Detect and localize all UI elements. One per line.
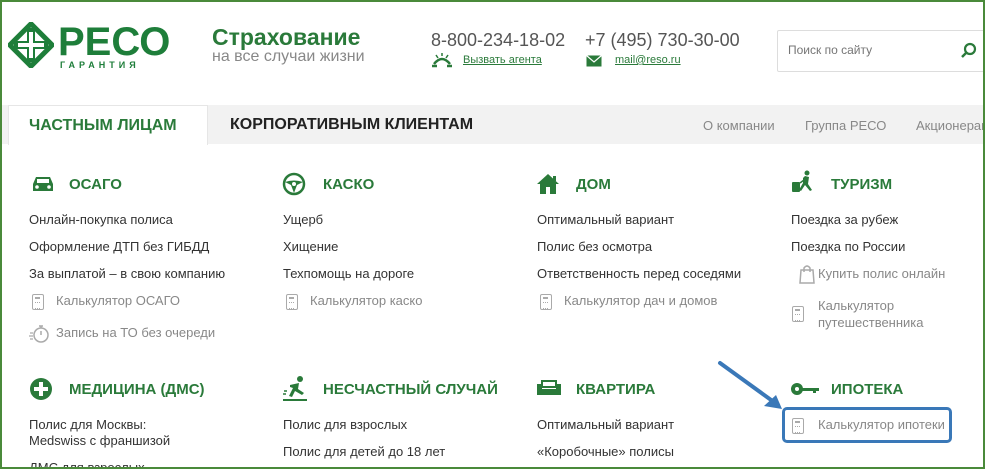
medicine-item-moscow-line1[interactable]: Полис для Москвы:: [29, 417, 146, 432]
stopwatch-icon: [29, 325, 49, 343]
logo-emblem-icon: [8, 22, 54, 68]
medicine-item-adults[interactable]: ДМС для взрослых: [29, 460, 145, 467]
medical-cross-icon: [30, 378, 52, 400]
tourism-item-abroad[interactable]: Поездка за рубеж: [791, 212, 898, 227]
osago-inspection-booking-link[interactable]: Запись на ТО без очереди: [56, 325, 215, 340]
mail-icon: [586, 55, 602, 67]
osago-item-online-purchase[interactable]: Онлайн-покупка полиса: [29, 212, 173, 227]
reso-logo[interactable]: РЕСО ГАРАНТИЯ: [8, 20, 178, 72]
category-accident-title[interactable]: НЕСЧАСТНЫЙ СЛУЧАЙ: [323, 381, 498, 398]
call-agent-link[interactable]: Вызвать агента: [463, 54, 542, 66]
category-tourism-title[interactable]: ТУРИЗМ: [831, 176, 892, 193]
house-item-liability-neighbors[interactable]: Ответственность перед соседями: [537, 266, 741, 281]
key-icon: [791, 383, 819, 395]
category-house-title[interactable]: ДОМ: [576, 176, 611, 193]
calculator-icon: [792, 306, 804, 322]
logo-subtext: ГАРАНТИЯ: [60, 60, 140, 70]
calculator-icon: [540, 294, 552, 310]
apartment-item-boxed-policies[interactable]: «Коробочные» полисы: [537, 444, 674, 459]
medicine-item-moscow-line2[interactable]: Medswiss с франшизой: [29, 433, 170, 448]
tagline-sub: на все случаи жизни: [212, 48, 365, 65]
tourism-calculator-link-line1[interactable]: Калькулятор: [818, 298, 894, 313]
osago-calculator-link[interactable]: Калькулятор ОСАГО: [56, 293, 180, 308]
accident-item-children[interactable]: Полис для детей до 18 лет: [283, 444, 445, 459]
kasko-item-theft[interactable]: Хищение: [283, 239, 338, 254]
tagline-main: Страхование: [212, 24, 361, 50]
osago-item-accident-without-police[interactable]: Оформление ДТП без ГИБДД: [29, 239, 209, 254]
car-icon: [33, 177, 53, 191]
call-agent-icon: [432, 53, 452, 68]
tab-corporate-clients[interactable]: КОРПОРАТИВНЫМ КЛИЕНТАМ: [230, 116, 473, 134]
search-input[interactable]: [788, 43, 958, 57]
sofa-icon: [537, 380, 561, 395]
phone-moscow[interactable]: +7 (495) 730-30-00: [585, 30, 740, 51]
kasko-item-roadside-assistance[interactable]: Техпомощь на дороге: [283, 266, 414, 281]
page-frame: РЕСО ГАРАНТИЯ Страхование на все случаи …: [0, 0, 985, 469]
nav-shareholders[interactable]: Акционерам: [916, 118, 983, 133]
osago-item-direct-claim[interactable]: За выплатой – в свою компанию: [29, 266, 225, 281]
apartment-item-optimal[interactable]: Оптимальный вариант: [537, 417, 674, 432]
search-box[interactable]: [777, 30, 983, 72]
tourism-buy-online-link[interactable]: Купить полис онлайн: [818, 266, 945, 281]
steering-wheel-icon: [282, 172, 306, 196]
logo-text: РЕСО: [58, 20, 171, 64]
house-item-no-inspection[interactable]: Полис без осмотра: [537, 239, 652, 254]
house-icon: [537, 174, 559, 194]
category-osago-title[interactable]: ОСАГО: [69, 176, 122, 193]
accident-icon: [283, 376, 307, 401]
kasko-calculator-link[interactable]: Калькулятор каско: [310, 293, 422, 308]
calculator-icon: [32, 294, 44, 310]
category-mortgage-title[interactable]: ИПОТЕКА: [831, 381, 903, 398]
shopping-bag-icon: [799, 265, 815, 284]
house-calculator-link[interactable]: Калькулятор дач и домов: [564, 293, 717, 308]
tourism-item-russia[interactable]: Поездка по России: [791, 239, 905, 254]
search-icon[interactable]: [960, 42, 978, 60]
nav-about-company[interactable]: О компании: [703, 118, 775, 133]
category-medicine-title[interactable]: МЕДИЦИНА (ДМС): [69, 381, 205, 398]
nav-reso-group[interactable]: Группа РЕСО: [805, 118, 886, 133]
calculator-icon: [286, 294, 298, 310]
tourism-calculator-link-line2[interactable]: путешественника: [818, 315, 924, 330]
tab-private-clients[interactable]: ЧАСТНЫМ ЛИЦАМ: [8, 105, 208, 145]
pointer-arrow-icon: [718, 361, 782, 409]
highlight-box: [782, 407, 952, 443]
category-kasko-title[interactable]: КАСКО: [323, 176, 374, 193]
category-apartment-title[interactable]: КВАРТИРА: [576, 381, 655, 398]
house-item-optimal[interactable]: Оптимальный вариант: [537, 212, 674, 227]
email-link[interactable]: mail@reso.ru: [615, 54, 681, 66]
accident-item-adults[interactable]: Полис для взрослых: [283, 417, 407, 432]
phone-hotline[interactable]: 8-800-234-18-02: [431, 30, 565, 51]
kasko-item-damage[interactable]: Ущерб: [283, 212, 323, 227]
traveler-icon: [792, 170, 812, 192]
